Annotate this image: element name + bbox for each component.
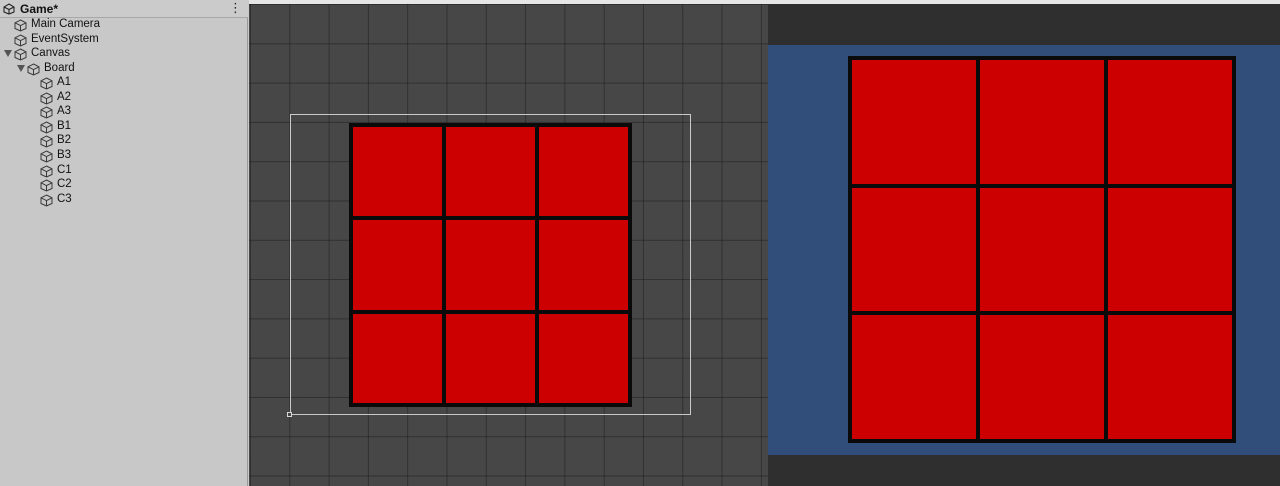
game-view-top-strip [768,0,1280,4]
hierarchy-item-board[interactable]: Board [0,62,248,77]
gameobject-cube-icon [40,150,53,163]
hierarchy-item-label: B2 [57,134,72,147]
board-cell-b2[interactable] [446,220,535,310]
scene-board[interactable] [349,123,632,407]
gameobject-cube-icon [40,179,53,192]
gameobject-cube-icon [40,92,53,105]
hierarchy-item-label: Board [44,61,75,74]
hierarchy-item-label: A3 [57,105,72,118]
canvas-corner-handle[interactable] [287,412,292,417]
hierarchy-item-c3[interactable]: C3 [0,193,248,208]
gameobject-cube-icon [40,121,53,134]
game-board[interactable] [848,56,1236,443]
gameobject-cube-icon [40,106,53,119]
gameobject-cube-icon [14,33,27,47]
board-cell-b3[interactable] [539,220,628,310]
kebab-menu-icon[interactable]: ⋮ [229,1,242,15]
hierarchy-item-label: A2 [57,90,72,103]
gameobject-cube-icon [27,63,40,76]
gameobject-cube-icon [40,194,53,207]
hierarchy-item-label: EventSystem [31,32,99,45]
board-cell-a3[interactable] [1108,60,1232,184]
board-cell-c3[interactable] [539,313,628,403]
foldout-arrow-icon[interactable] [17,64,25,72]
unity-scene-icon [3,3,15,15]
board-cell-c2[interactable] [446,313,535,403]
hierarchy-header: Game* ⋮ [0,0,248,18]
hierarchy-item-eventsystem[interactable]: EventSystem [0,33,248,48]
gameobject-cube-icon [14,48,27,61]
game-camera-area [768,45,1280,455]
board-cell-b2[interactable] [980,187,1104,312]
gameobject-cube-icon [14,19,27,32]
board-cell-a1[interactable] [852,60,976,184]
scene-name[interactable]: Game* [20,2,58,16]
board-cell-b1[interactable] [852,187,976,312]
hierarchy-item-c2[interactable]: C2 [0,178,248,193]
hierarchy-item-main-camera[interactable]: Main Camera [0,18,248,33]
hierarchy-item-b2[interactable]: B2 [0,134,248,149]
hierarchy-item-c1[interactable]: C1 [0,164,248,179]
scene-view[interactable] [249,0,768,486]
hierarchy-item-label: C3 [57,192,72,205]
board-cell-b3[interactable] [1108,187,1232,312]
hierarchy-item-label: C1 [57,163,72,176]
hierarchy-item-b3[interactable]: B3 [0,149,248,164]
board-cell-a3[interactable] [539,127,628,217]
board-cell-b1[interactable] [353,220,442,310]
hierarchy-item-a2[interactable]: A2 [0,91,248,106]
board-cell-c2[interactable] [980,315,1104,439]
scene-view-top-strip [249,0,768,4]
board-cell-a2[interactable] [446,127,535,217]
gameobject-cube-icon [40,135,53,148]
board-cell-c1[interactable] [353,313,442,403]
gameobject-cube-icon [40,164,53,178]
hierarchy-item-a1[interactable]: A1 [0,76,248,91]
hierarchy-item-label: B1 [57,119,72,132]
hierarchy-item-b1[interactable]: B1 [0,120,248,135]
hierarchy-item-label: A1 [57,76,72,89]
board-cell-a2[interactable] [980,60,1104,184]
hierarchy-item-label: Main Camera [31,18,101,30]
hierarchy-item-label: B3 [57,148,72,161]
board-cell-c1[interactable] [852,315,976,439]
gameobject-cube-icon [40,77,53,90]
game-view[interactable] [768,0,1280,486]
board-cell-a1[interactable] [353,127,442,217]
board-cell-c3[interactable] [1108,315,1232,439]
hierarchy-item-label: Canvas [31,47,70,60]
hierarchy-panel: Game* ⋮ Main Camera EventSystem Canvas Boar… [0,0,248,486]
hierarchy-item-label: C2 [57,178,72,191]
hierarchy-item-canvas[interactable]: Canvas [0,47,248,62]
hierarchy-item-a3[interactable]: A3 [0,105,248,120]
foldout-arrow-icon[interactable] [4,50,12,58]
